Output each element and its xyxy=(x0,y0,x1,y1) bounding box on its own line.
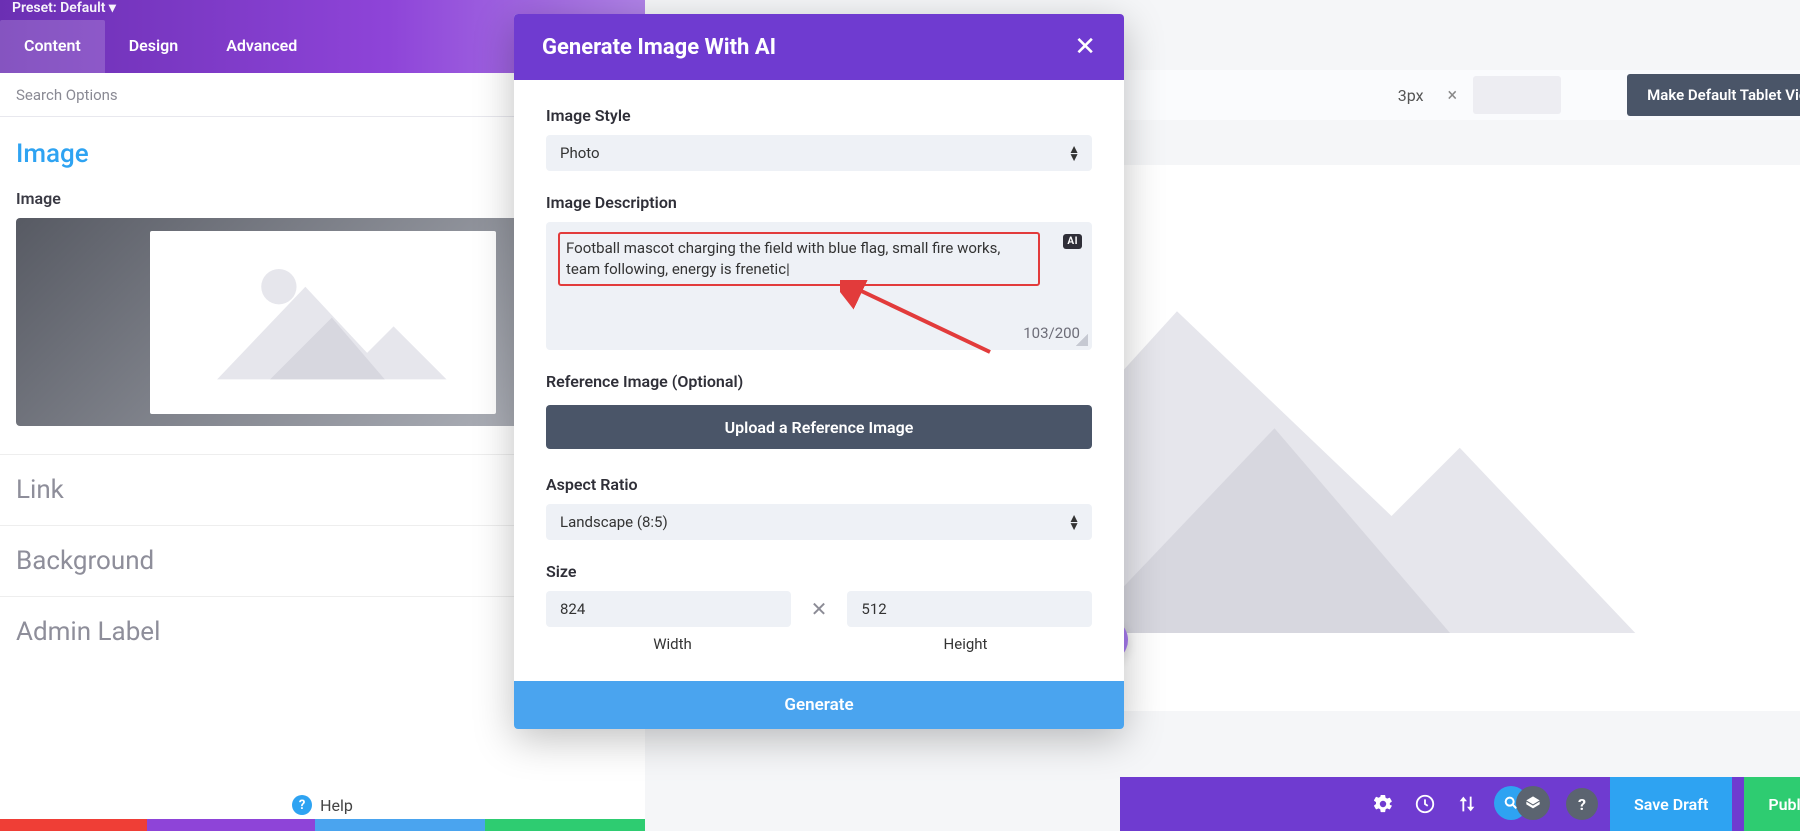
strip-blue[interactable] xyxy=(315,819,485,831)
strip-purple[interactable] xyxy=(147,819,315,831)
tab-advanced[interactable]: Advanced xyxy=(202,20,321,73)
help-bar[interactable]: ? Help xyxy=(0,795,645,815)
textarea-resize-handle[interactable] xyxy=(1076,334,1088,346)
image-description-text: Football mascot charging the field with … xyxy=(566,239,1000,278)
settings-gear-icon[interactable] xyxy=(1368,789,1398,819)
tab-content[interactable]: Content xyxy=(0,20,105,73)
builder-bottom-toolbar: ? Save Draft Publish xyxy=(1120,777,1800,831)
modal-title: Generate Image With AI xyxy=(542,35,776,60)
ai-badge-icon[interactable]: AI xyxy=(1063,234,1082,249)
size-sublabels: Width Height xyxy=(546,635,1092,653)
image-description-label: Image Description xyxy=(546,193,1092,212)
height-sublabel: Height xyxy=(839,635,1092,653)
image-style-value: Photo xyxy=(560,144,600,162)
strip-delete[interactable] xyxy=(0,819,147,831)
image-placeholder-icon xyxy=(150,231,496,414)
save-draft-button[interactable]: Save Draft xyxy=(1610,777,1732,831)
image-style-select[interactable]: Photo ▲▼ xyxy=(546,135,1092,171)
clear-viewport-icon[interactable]: × xyxy=(1440,85,1466,106)
viewport-size-text: 3px xyxy=(1390,86,1432,105)
description-highlight-box: Football mascot charging the field with … xyxy=(558,232,1040,286)
make-default-view-button[interactable]: Make Default Tablet View xyxy=(1627,74,1800,116)
generate-button[interactable]: Generate xyxy=(514,681,1124,729)
modal-close-icon[interactable]: ✕ xyxy=(1074,32,1096,62)
sort-arrows-icon[interactable] xyxy=(1452,789,1482,819)
reference-image-label: Reference Image (Optional) xyxy=(546,372,1092,391)
publish-button[interactable]: Publish xyxy=(1744,777,1800,831)
select-chevrons-icon: ▲▼ xyxy=(1068,145,1080,161)
help-label: Help xyxy=(320,796,353,815)
height-input[interactable] xyxy=(847,591,1092,627)
history-clock-icon[interactable] xyxy=(1410,789,1440,819)
tab-design[interactable]: Design xyxy=(105,20,202,73)
size-row: ✕ xyxy=(546,591,1092,627)
toolbar-help-icon[interactable]: ? xyxy=(1566,788,1598,820)
mountain-sun-icon xyxy=(183,247,463,397)
strip-green[interactable] xyxy=(485,819,645,831)
modal-header: Generate Image With AI ✕ xyxy=(514,14,1124,80)
select-chevrons-icon: ▲▼ xyxy=(1068,514,1080,530)
image-style-label: Image Style xyxy=(546,106,1092,125)
layers-icon[interactable] xyxy=(1516,786,1550,820)
modal-body: Image Style Photo ▲▼ Image Description F… xyxy=(514,80,1124,681)
size-label: Size xyxy=(546,562,1092,581)
aspect-ratio-label: Aspect Ratio xyxy=(546,475,1092,494)
description-char-count: 103/200 xyxy=(558,324,1080,342)
aspect-ratio-value: Landscape (8:5) xyxy=(560,513,668,531)
image-description-field[interactable]: Football mascot charging the field with … xyxy=(546,222,1092,350)
upload-reference-button[interactable]: Upload a Reference Image xyxy=(546,405,1092,449)
size-x-icon: ✕ xyxy=(811,597,828,621)
aspect-ratio-select[interactable]: Landscape (8:5) ▲▼ xyxy=(546,504,1092,540)
width-sublabel: Width xyxy=(546,635,799,653)
help-icon: ? xyxy=(292,795,312,815)
preset-label: Preset: Default ▾ xyxy=(12,0,116,16)
zoom-cluster xyxy=(1494,782,1554,826)
generate-image-modal: Generate Image With AI ✕ Image Style Pho… xyxy=(514,14,1124,729)
panel-action-strip xyxy=(0,819,645,831)
width-input[interactable] xyxy=(546,591,791,627)
viewport-input[interactable] xyxy=(1473,76,1561,114)
